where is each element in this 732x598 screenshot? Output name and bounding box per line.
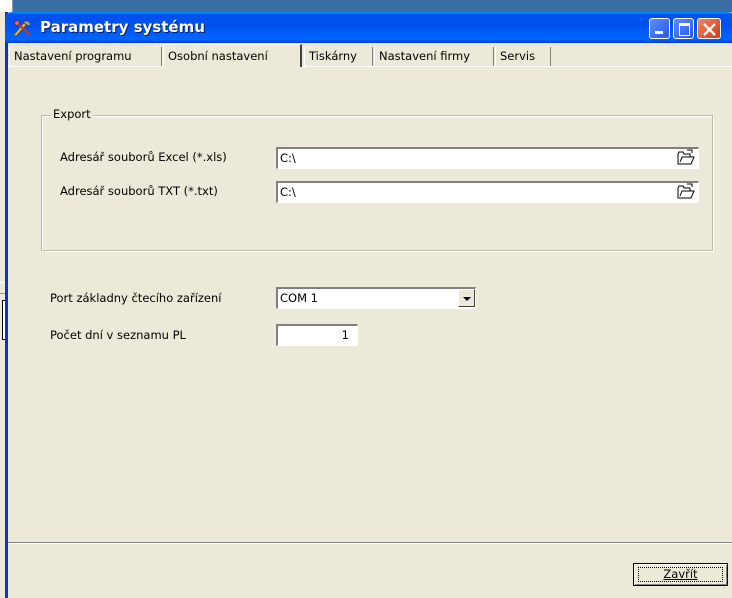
chevron-down-icon[interactable] [458, 289, 475, 307]
txt-directory-input[interactable]: C:\ [276, 181, 699, 203]
excel-directory-value: C:\ [280, 151, 296, 165]
tab-label: Osobní nastavení [168, 49, 268, 63]
tab-label: Nastavení programu [14, 49, 132, 63]
tab-label: Nastavení firmy [379, 49, 470, 63]
tab-nastaveni-programu[interactable]: Nastavení programu [9, 47, 162, 66]
dialog-window: Parametry systému Nastavení programu Oso… [5, 12, 732, 598]
txt-browse-button[interactable] [677, 183, 695, 200]
minimize-icon [655, 31, 663, 34]
folder-open-icon [677, 149, 695, 165]
tab-servis[interactable]: Servis [495, 47, 551, 66]
maximize-button[interactable] [673, 18, 694, 39]
focus-rectangle [638, 567, 723, 582]
tab-label: Servis [500, 49, 536, 63]
tab-osobni-nastaveni[interactable]: Osobní nastavení [163, 44, 302, 67]
tab-nastaveni-firmy[interactable]: Nastavení firmy [374, 47, 494, 66]
days-value: 1 [341, 328, 349, 342]
minimize-button[interactable] [649, 18, 670, 39]
port-value: COM 1 [280, 291, 318, 305]
days-label: Počet dní v seznamu PL [50, 328, 186, 342]
background-window-fragment [0, 0, 13, 12]
tab-label: Tiskárny [309, 49, 357, 63]
port-label: Port základny čtecího zařízení [50, 291, 222, 305]
app-icon [12, 19, 34, 37]
tab-strip: Nastavení programu Osobní nastavení Tisk… [8, 43, 732, 67]
excel-browse-button[interactable] [677, 149, 695, 166]
footer-divider [8, 542, 732, 543]
folder-open-icon [677, 183, 695, 199]
close-icon [703, 23, 716, 36]
txt-directory-value: C:\ [280, 185, 296, 199]
excel-directory-input[interactable]: C:\ [276, 147, 699, 169]
close-button[interactable]: Zavřít [633, 563, 728, 586]
txt-directory-label: Adresář souborů TXT (*.txt) [60, 184, 218, 198]
tab-panel-osobni-nastaveni: Export Adresář souborů Excel (*.xls) C:\… [8, 67, 732, 542]
export-group-label: Export [51, 107, 93, 121]
window-title: Parametry systému [40, 18, 205, 36]
tab-tiskarny[interactable]: Tiskárny [304, 47, 373, 66]
excel-directory-label: Adresář souborů Excel (*.xls) [60, 150, 227, 164]
title-bar[interactable]: Parametry systému [5, 12, 732, 43]
maximize-icon [679, 23, 690, 36]
days-input[interactable]: 1 [276, 324, 358, 346]
port-select[interactable]: COM 1 [276, 287, 476, 309]
close-window-button[interactable] [697, 18, 721, 39]
